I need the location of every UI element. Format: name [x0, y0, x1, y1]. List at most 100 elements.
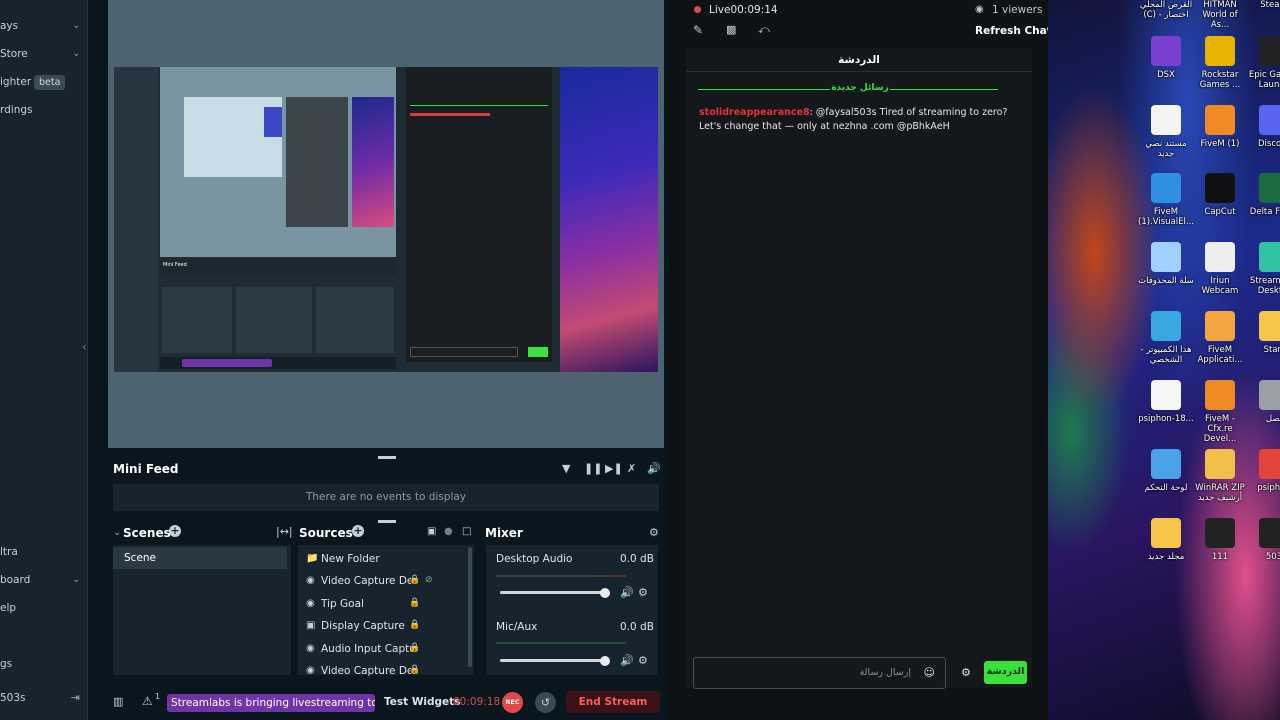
desktop-icon[interactable]: FiveM - Cfx.re Devel...: [1192, 380, 1248, 444]
send-chat-button[interactable]: الدردشة: [984, 661, 1027, 684]
lock-icon[interactable]: 🔒: [409, 575, 420, 585]
desktop-icon[interactable]: Streamlabs Deskt...: [1246, 242, 1280, 296]
viewers-eye-icon: ◉: [975, 4, 984, 15]
desktop-icon[interactable]: Iriun Webcam: [1192, 242, 1248, 296]
desktop-icon-label: FiveM - Cfx.re Devel...: [1203, 414, 1237, 444]
source-row[interactable]: ◉ Video Capture De... 🔒 ⊘: [304, 572, 464, 592]
sidebar-item-store[interactable]: Store ⌄: [0, 44, 87, 64]
desktop-icon[interactable]: FiveM Applicati...: [1192, 311, 1248, 365]
app-icon: [1205, 449, 1235, 479]
mini-feed-resize-handle[interactable]: [378, 456, 396, 459]
desktop-icon[interactable]: هذا الكمبيوتر - الشخصي: [1138, 311, 1194, 365]
speaker-icon[interactable]: 🔊: [620, 586, 634, 599]
source-row[interactable]: 📁 New Folder: [304, 550, 464, 570]
desktop-icon[interactable]: psiphon-18...: [1138, 380, 1194, 424]
scenes-collapse-icon[interactable]: ⌄: [113, 527, 121, 538]
desktop-top-label[interactable]: HITMAN World of As...: [1192, 0, 1248, 30]
source-visibility-icon[interactable]: ▣: [427, 526, 436, 537]
desktop-icon[interactable]: 111: [1192, 518, 1248, 562]
desktop-icon[interactable]: FiveM (1): [1192, 105, 1248, 149]
replay-buffer-icon[interactable]: ↺: [535, 692, 556, 713]
add-scene-icon[interactable]: +: [169, 525, 181, 537]
speaker-icon[interactable]: 🔊: [620, 654, 634, 667]
desktop-icon[interactable]: FiveM (1).VisualEl...: [1138, 173, 1194, 227]
add-folder-icon[interactable]: □: [462, 526, 471, 537]
sidebar-item-recordings[interactable]: rdings: [0, 100, 87, 120]
source-lock-icon[interactable]: ●: [444, 526, 453, 537]
collapse-sidebar-icon[interactable]: ‹: [82, 340, 87, 354]
record-button[interactable]: REC: [502, 692, 523, 713]
dock-resize-handle[interactable]: [378, 520, 396, 523]
desktop-icon[interactable]: مجلد جديد: [1138, 518, 1194, 562]
scene-item-selected[interactable]: Scene: [113, 547, 287, 569]
desktop-icon[interactable]: Discord: [1246, 105, 1280, 149]
desktop-icon[interactable]: WinRAR ZIP أرشيف جديد: [1192, 449, 1248, 503]
desktop-icon[interactable]: Epic Games Launch: [1246, 36, 1280, 90]
desktop-top-label[interactable]: القرص المحلي (C) - اختصار: [1138, 0, 1194, 20]
desktop-icon-label: Streamlabs Deskt...: [1249, 276, 1280, 296]
sidebar-item-highlighter[interactable]: ighter beta: [0, 72, 87, 92]
camera-icon[interactable]: ▩: [726, 23, 736, 36]
desktop-icon[interactable]: Rockstar Games ...: [1192, 36, 1248, 90]
mixer-title: Mixer: [485, 526, 523, 540]
sidebar-item-0[interactable]: ays ⌄: [0, 16, 87, 36]
scene-transitions-icon[interactable]: |↔|: [276, 525, 293, 538]
source-row[interactable]: ▣ Display Capture 🔒: [304, 617, 464, 637]
end-stream-button[interactable]: End Stream: [566, 691, 660, 713]
sidebar-item-account[interactable]: 503s ⇥: [0, 688, 87, 708]
share-icon[interactable]: ⤺: [758, 23, 770, 37]
lock-icon[interactable]: 🔒: [409, 665, 420, 675]
desktop-icon[interactable]: مستند نصي جديد: [1138, 105, 1194, 159]
mixer-settings-icon[interactable]: ⚙: [649, 526, 659, 539]
scenes-list: Scene: [113, 545, 291, 675]
desktop-top-label[interactable]: Steam: [1246, 0, 1280, 10]
hidden-eye-icon[interactable]: ⊘: [425, 575, 433, 585]
sidebar-item-help[interactable]: elp: [0, 598, 87, 618]
emoji-icon[interactable]: ☺: [924, 666, 935, 679]
channel-settings-icon[interactable]: ⚙: [638, 654, 648, 667]
stats-icon[interactable]: ▥: [113, 695, 123, 708]
chat-settings-icon[interactable]: ⚙: [961, 666, 971, 679]
lock-icon[interactable]: 🔒: [409, 598, 420, 608]
chat-input[interactable]: إرسال رسالة ☺: [693, 657, 946, 689]
desktop-icon[interactable]: Delta Force: [1246, 173, 1280, 217]
desktop-icon[interactable]: 503: [1246, 518, 1280, 562]
test-widgets-button[interactable]: Test Widgets: [384, 696, 460, 708]
filter-icon[interactable]: ▼: [562, 462, 570, 475]
lock-icon[interactable]: 🔒: [409, 620, 420, 630]
logout-icon[interactable]: ⇥: [71, 688, 80, 708]
source-row[interactable]: ◉ Video Capture De... 🔒: [304, 662, 464, 682]
desktop-icon[interactable]: Start: [1246, 311, 1280, 355]
volume-slider-track[interactable]: [500, 591, 606, 594]
channel-settings-icon[interactable]: ⚙: [638, 586, 648, 599]
app-icon: [1259, 449, 1280, 479]
desktop-icon-label: CapCut: [1204, 207, 1236, 217]
desktop-icon[interactable]: DSX: [1138, 36, 1194, 80]
alert-icon[interactable]: ⚠: [142, 694, 153, 708]
volume-slider-knob[interactable]: [599, 656, 610, 666]
add-source-icon[interactable]: +: [352, 525, 364, 537]
preview-canvas[interactable]: Mini Feed: [114, 67, 658, 372]
desktop-icon[interactable]: CapCut: [1192, 173, 1248, 217]
volume-slider-knob[interactable]: [599, 588, 610, 598]
mute-alerts-icon[interactable]: ✗: [627, 462, 636, 475]
sources-scrollbar[interactable]: [468, 547, 472, 667]
skip-icon[interactable]: ▶❚: [605, 462, 623, 475]
desktop-icon[interactable]: لوحة التحكم: [1138, 449, 1194, 493]
sidebar-item-dashboard[interactable]: board ⌄: [0, 570, 87, 590]
desktop-icon[interactable]: psiphon: [1246, 449, 1280, 493]
desktop-icon[interactable]: سلة المحذوفات: [1138, 242, 1194, 286]
pause-icon[interactable]: ❚❚: [584, 462, 602, 475]
refresh-chat-button[interactable]: Refresh Chat: [975, 25, 1052, 37]
desktop-icon[interactable]: تصل: [1246, 380, 1280, 424]
source-row[interactable]: ◉ Audio Input Capture 🔒: [304, 640, 464, 660]
sidebar-item-ultra[interactable]: ltra: [0, 542, 87, 562]
volume-slider-track[interactable]: [500, 659, 606, 662]
sidebar-item-settings[interactable]: gs: [0, 654, 87, 674]
chat-username[interactable]: stolidreappearance8: [699, 107, 810, 118]
source-row[interactable]: ◉ Tip Goal 🔒: [304, 595, 464, 615]
lock-icon[interactable]: 🔒: [409, 643, 420, 653]
news-ticker[interactable]: Streamlabs is bringing livestreaming to …: [167, 694, 375, 712]
edit-icon[interactable]: ✎: [693, 23, 703, 37]
volume-icon[interactable]: 🔊: [647, 462, 661, 475]
